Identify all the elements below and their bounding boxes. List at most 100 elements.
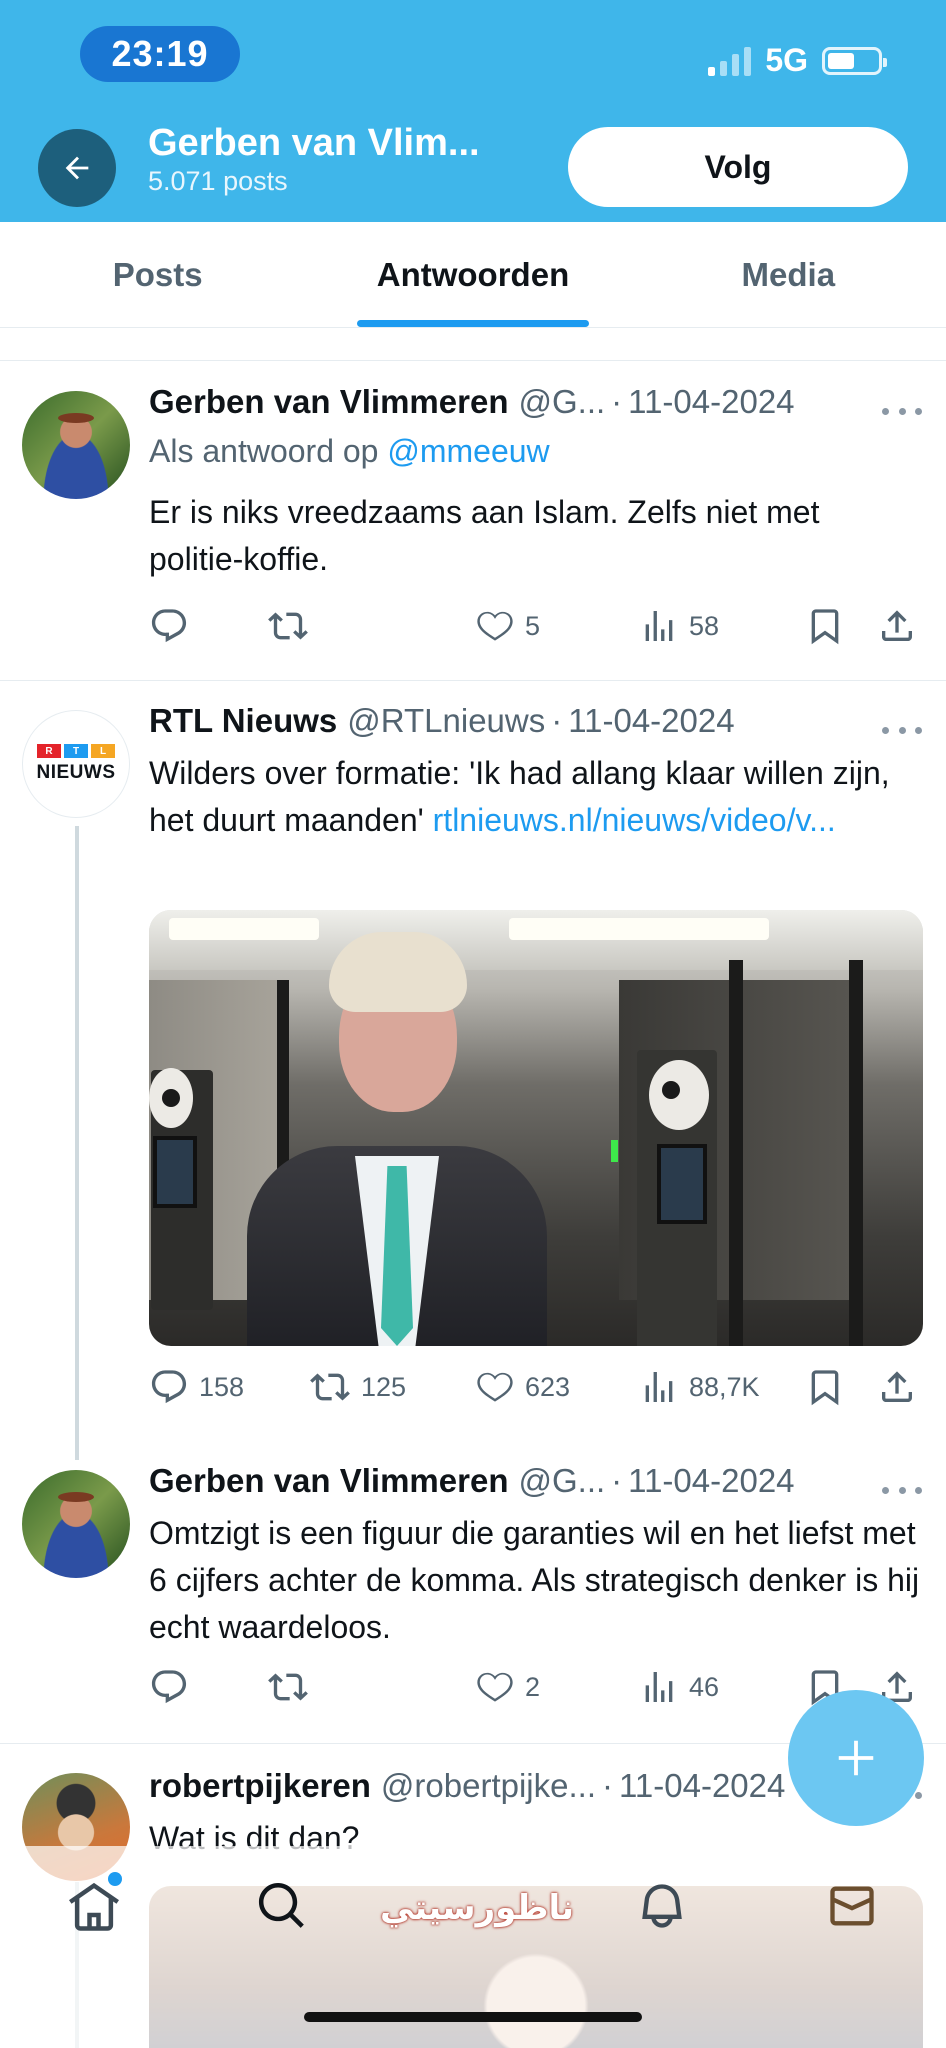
views-count: 88,7K — [689, 1371, 760, 1402]
post-header: Gerben van Vlimmeren @G... · 11-04-2024 — [149, 1462, 795, 1500]
reply-context: Als antwoord op @mmeeuw — [149, 433, 550, 470]
profile-tabs: Posts Antwoorden Media — [0, 222, 946, 328]
repost-button[interactable] — [267, 1662, 319, 1712]
repost-icon — [310, 1373, 350, 1401]
search-icon — [258, 1882, 304, 1928]
bookmark-icon — [811, 609, 839, 645]
rtl-logo[interactable]: R T L NIEUWS — [22, 710, 130, 818]
status-time: 23:19 — [80, 26, 240, 82]
post-date: 11-04-2024 — [619, 1767, 786, 1804]
reply-button[interactable] — [149, 1662, 199, 1712]
author-handle: @G... — [518, 383, 606, 420]
post-date: 11-04-2024 — [628, 1462, 795, 1499]
compose-button[interactable] — [788, 1690, 924, 1826]
author-name[interactable]: Gerben van Vlimmeren — [149, 1462, 508, 1500]
author-name[interactable]: RTL Nieuws — [149, 702, 337, 740]
post-date: 11-04-2024 — [568, 702, 735, 739]
mail-icon — [830, 1886, 874, 1926]
repost-button[interactable]: 125 — [309, 1362, 406, 1412]
follow-button[interactable]: Volg — [568, 127, 908, 207]
post-link[interactable]: rtlnieuws.nl/nieuws/video/v... — [433, 802, 836, 838]
share-icon — [882, 1371, 912, 1402]
avatar[interactable] — [22, 1470, 130, 1578]
like-count: 5 — [525, 610, 541, 641]
plus-icon — [838, 1740, 874, 1776]
post-item[interactable]: Gerben van Vlimmeren @G... · 11-04-2024 … — [0, 1442, 946, 1744]
author-handle: @RTLnieuws — [347, 702, 546, 739]
repost-count: 125 — [361, 1371, 407, 1402]
author-handle: @robertpijke... — [380, 1767, 596, 1804]
nav-notifications[interactable] — [632, 1876, 692, 1936]
post-header: Gerben van Vlimmeren @G... · 11-04-2024 — [149, 383, 795, 421]
views-button[interactable]: 58 — [639, 601, 719, 651]
post-text: Omtzigt is een figuur die garanties wil … — [149, 1515, 920, 1645]
like-count: 623 — [525, 1371, 571, 1402]
views-button[interactable]: 88,7K — [639, 1362, 760, 1412]
tab-media[interactable]: Media — [631, 222, 946, 327]
post-date: 11-04-2024 — [628, 383, 795, 420]
like-button[interactable]: 5 — [475, 601, 540, 651]
repost-icon — [268, 1673, 308, 1701]
reply-icon — [151, 1370, 187, 1404]
author-name[interactable]: robertpijkeren — [149, 1767, 371, 1805]
views-count: 58 — [689, 610, 720, 641]
post-header: robertpijkeren @robertpijke... · 11-04-2… — [149, 1767, 786, 1805]
repost-icon — [268, 612, 308, 640]
views-count: 46 — [689, 1671, 720, 1702]
post-item[interactable]: Gerben van Vlimmeren @G... · 11-04-2024 … — [0, 361, 946, 681]
post-count: 5.071 posts — [148, 166, 288, 196]
repost-button[interactable] — [267, 601, 319, 651]
post-actions: 5 58 — [149, 601, 912, 651]
tab-replies[interactable]: Antwoorden — [315, 222, 630, 327]
watermark-logo: ناظورسيتي — [380, 1889, 575, 1927]
signal-icon — [708, 46, 752, 76]
reply-prefix: Als antwoord op — [149, 433, 379, 469]
profile-name: Gerben van Vlim... — [148, 122, 480, 164]
video-thumbnail[interactable] — [149, 910, 923, 1346]
notification-dot — [108, 1872, 122, 1886]
avatar[interactable] — [22, 391, 130, 499]
views-icon — [645, 1672, 673, 1702]
share-icon — [882, 610, 912, 641]
nav-search[interactable] — [252, 1876, 312, 1936]
post-actions: 158 125 623 88,7K — [149, 1362, 912, 1412]
status-indicators: 5G — [708, 42, 887, 79]
bell-icon — [642, 1884, 682, 1928]
reply-count: 158 — [199, 1371, 245, 1402]
network-label: 5G — [765, 42, 808, 78]
post-text: Er is niks vreedzaams aan Islam. Zelfs n… — [149, 494, 820, 577]
profile-header: 23:19 5G Gerben van Vlim... 5.071 posts … — [0, 0, 946, 222]
more-options-icon[interactable] — [882, 405, 922, 417]
author-handle: @G... — [518, 1462, 606, 1499]
bookmark-button[interactable] — [805, 601, 845, 651]
tab-posts[interactable]: Posts — [0, 222, 315, 327]
home-icon — [69, 1882, 119, 1931]
back-arrow-icon — [65, 156, 89, 180]
like-icon — [477, 1672, 513, 1702]
bookmark-icon — [811, 1370, 839, 1406]
share-button[interactable] — [877, 1362, 917, 1412]
like-button[interactable]: 623 — [475, 1362, 570, 1412]
camera-object — [149, 1068, 193, 1128]
reply-button[interactable] — [149, 601, 199, 651]
battery-icon — [822, 46, 887, 75]
nav-messages[interactable] — [822, 1876, 882, 1936]
home-indicator[interactable] — [304, 2012, 642, 2022]
more-options-icon[interactable] — [882, 1484, 922, 1496]
views-button[interactable]: 46 — [639, 1662, 719, 1712]
like-button[interactable]: 2 — [475, 1662, 540, 1712]
more-options-icon[interactable] — [882, 724, 922, 736]
reply-button[interactable]: 158 — [149, 1362, 244, 1412]
bookmark-button[interactable] — [805, 1362, 845, 1412]
views-icon — [645, 611, 673, 641]
reply-icon — [151, 609, 187, 643]
reply-mention[interactable]: @mmeeuw — [387, 433, 549, 469]
post-header: RTL Nieuws @RTLnieuws · 11-04-2024 — [149, 702, 735, 740]
back-button[interactable] — [38, 129, 116, 207]
share-button[interactable] — [877, 601, 917, 651]
post-text: Wilders over formatie: 'Ik had allang kl… — [149, 755, 890, 838]
like-count: 2 — [525, 1671, 541, 1702]
reply-icon — [151, 1670, 187, 1704]
author-name[interactable]: Gerben van Vlimmeren — [149, 383, 508, 421]
like-icon — [477, 1372, 513, 1402]
